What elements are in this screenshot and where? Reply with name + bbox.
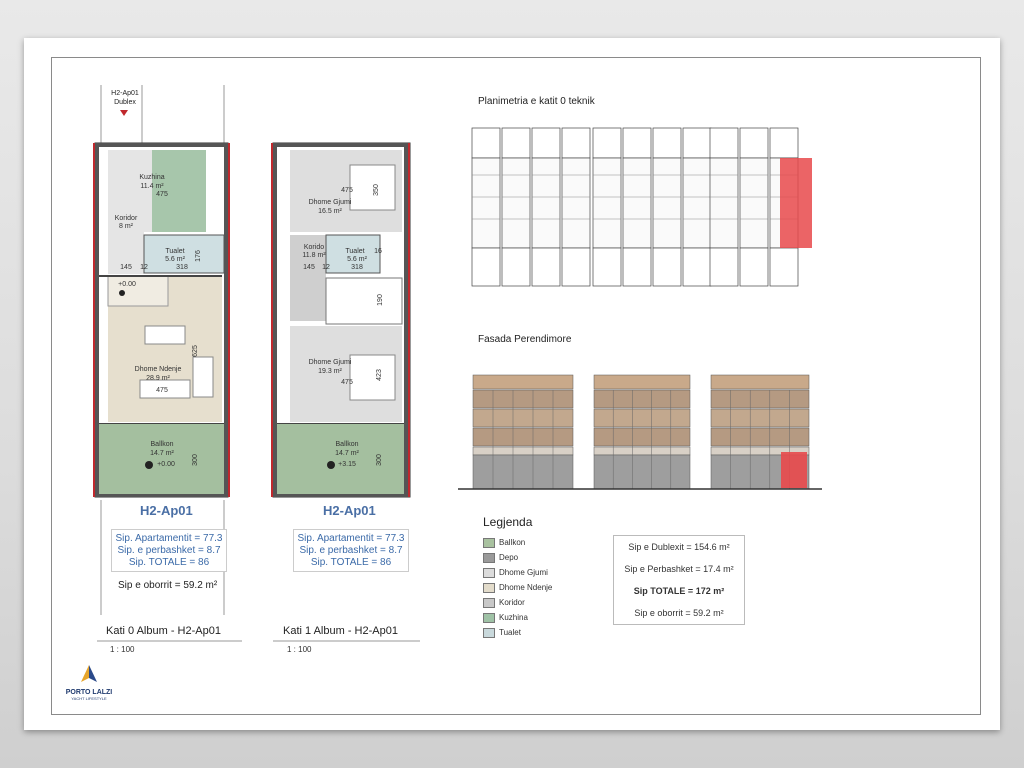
site-plan-drawing	[471, 127, 812, 287]
svg-text:+0.00: +0.00	[157, 461, 175, 468]
floor1-scale: 1 : 100	[287, 645, 312, 654]
legend-label: Ballkon	[499, 538, 526, 547]
legend-item: Ballkon	[483, 537, 525, 549]
facade-highlighted-unit	[781, 452, 807, 488]
svg-text:176: 176	[195, 250, 202, 262]
legend-item: Kuzhina	[483, 612, 528, 624]
floor1-stats-box: Sip. Apartamentit = 77.3 Sip. e perbashk…	[293, 529, 409, 572]
svg-text:300: 300	[192, 454, 199, 466]
legend-label: Dhome Ndenje	[499, 583, 553, 592]
svg-text:12: 12	[322, 264, 330, 271]
legend-swatch	[483, 537, 495, 548]
svg-text:475: 475	[156, 387, 168, 394]
floor0-caption: Kati 0 Album - H2-Ap01	[106, 625, 221, 637]
svg-text:12: 12	[140, 264, 148, 271]
svg-text:475: 475	[341, 379, 353, 386]
svg-text:625: 625	[192, 345, 199, 357]
legend-item: Koridor	[483, 597, 525, 609]
svg-text:Tualet: Tualet	[165, 248, 184, 255]
legend-swatch	[483, 567, 495, 578]
facade-drawing	[458, 374, 822, 490]
svg-text:318: 318	[176, 264, 188, 271]
svg-text:11.8 m²: 11.8 m²	[302, 252, 326, 259]
svg-text:350: 350	[373, 184, 380, 196]
legend-swatch	[483, 552, 495, 563]
legend-item: Depo	[483, 552, 518, 564]
legend-label: Kuzhina	[499, 613, 528, 622]
svg-text:Dhome Gjumi: Dhome Gjumi	[309, 359, 352, 366]
svg-text:5.6 m²: 5.6 m²	[165, 256, 186, 263]
svg-text:8 m²: 8 m²	[119, 223, 134, 230]
floor0-yard-area: Sip e oborrit = 59.2 m²	[118, 580, 218, 591]
floor0-stats-box: Sip. Apartamentit = 77.3 Sip. e perbashk…	[111, 529, 227, 572]
floor1-caption: Kati 1 Album - H2-Ap01	[283, 625, 398, 637]
svg-text:Dhome Ndenje: Dhome Ndenje	[135, 366, 182, 373]
floor0-apt-label: H2-Ap01	[140, 503, 193, 518]
svg-text:28.9 m²: 28.9 m²	[146, 375, 170, 382]
svg-text:Ballkon: Ballkon	[151, 441, 174, 448]
legend-swatch	[483, 582, 495, 593]
site-plan-title: Planimetria e katit 0 teknik	[478, 96, 595, 107]
svg-text:318: 318	[351, 264, 363, 271]
summary-box: Sip e Dublexit = 154.6 m² Sip e Perbashk…	[613, 535, 745, 625]
svg-text:Tualet: Tualet	[345, 248, 364, 255]
logo-sail-icon	[81, 665, 97, 682]
svg-text:145: 145	[303, 264, 315, 271]
floor1-plan: 475 Dhome Gjumi 16.5 m² 350 Korido 11.8 …	[271, 142, 411, 498]
summary-dublex: Sip e Dublexit = 154.6 m²	[628, 542, 730, 552]
legend-title: Legjenda	[483, 515, 533, 529]
svg-text:16.5 m²: 16.5 m²	[318, 208, 342, 215]
svg-text:+3.15: +3.15	[338, 461, 356, 468]
legend-label: Koridor	[499, 598, 525, 607]
svg-text:475: 475	[156, 191, 168, 198]
svg-text:423: 423	[376, 369, 383, 381]
svg-text:Ballkon: Ballkon	[336, 441, 359, 448]
svg-text:300: 300	[376, 454, 383, 466]
summary-perbashket: Sip e Perbashket = 17.4 m²	[624, 564, 734, 574]
highlighted-unit	[780, 158, 812, 248]
legend-item: Dhome Gjumi	[483, 567, 548, 579]
svg-text:5.6 m²: 5.6 m²	[347, 256, 368, 263]
legend-item: Tualet	[483, 627, 521, 639]
legend-item: Dhome Ndenje	[483, 582, 552, 594]
svg-text:19.3 m²: 19.3 m²	[318, 368, 342, 375]
legend-label: Depo	[499, 553, 519, 562]
svg-text:475: 475	[341, 187, 353, 194]
facade-title: Fasada Perendimore	[478, 334, 572, 345]
legend-swatch	[483, 627, 495, 638]
svg-text:+0.00: +0.00	[118, 281, 136, 288]
svg-text:145: 145	[120, 264, 132, 271]
svg-text:Dhome Gjumi: Dhome Gjumi	[309, 199, 352, 206]
svg-text:Koridor: Koridor	[115, 215, 138, 222]
svg-text:190: 190	[377, 294, 384, 306]
svg-text:11.4 m²: 11.4 m²	[140, 183, 164, 190]
svg-text:Korido: Korido	[304, 244, 324, 251]
legend-label: Tualet	[499, 628, 521, 637]
floor0-plan: Kuzhina 11.4 m² 475 Koridor 8 m² Tualet …	[93, 142, 230, 498]
floor-plans-drawing: Kuzhina 11.4 m² 475 Koridor 8 m² Tualet …	[93, 85, 822, 642]
porto-lalzi-logo: PORTO LALZI YACHT LIFESTYLE	[58, 664, 120, 701]
legend-label: Dhome Gjumi	[499, 568, 548, 577]
svg-text:16: 16	[374, 248, 382, 255]
legend-swatch	[483, 612, 495, 623]
svg-text:14.7 m²: 14.7 m²	[335, 450, 359, 457]
svg-text:Kuzhina: Kuzhina	[139, 174, 164, 181]
floor0-scale: 1 : 100	[110, 645, 135, 654]
summary-oborrit: Sip e oborrit = 59.2 m²	[634, 608, 724, 618]
section-marker: H2-Ap01 Dublex	[111, 90, 139, 106]
svg-text:14.7 m²: 14.7 m²	[150, 450, 174, 457]
legend-swatch	[483, 597, 495, 608]
floor1-apt-label: H2-Ap01	[323, 503, 376, 518]
summary-totale: Sip TOTALE = 172 m²	[633, 586, 725, 596]
